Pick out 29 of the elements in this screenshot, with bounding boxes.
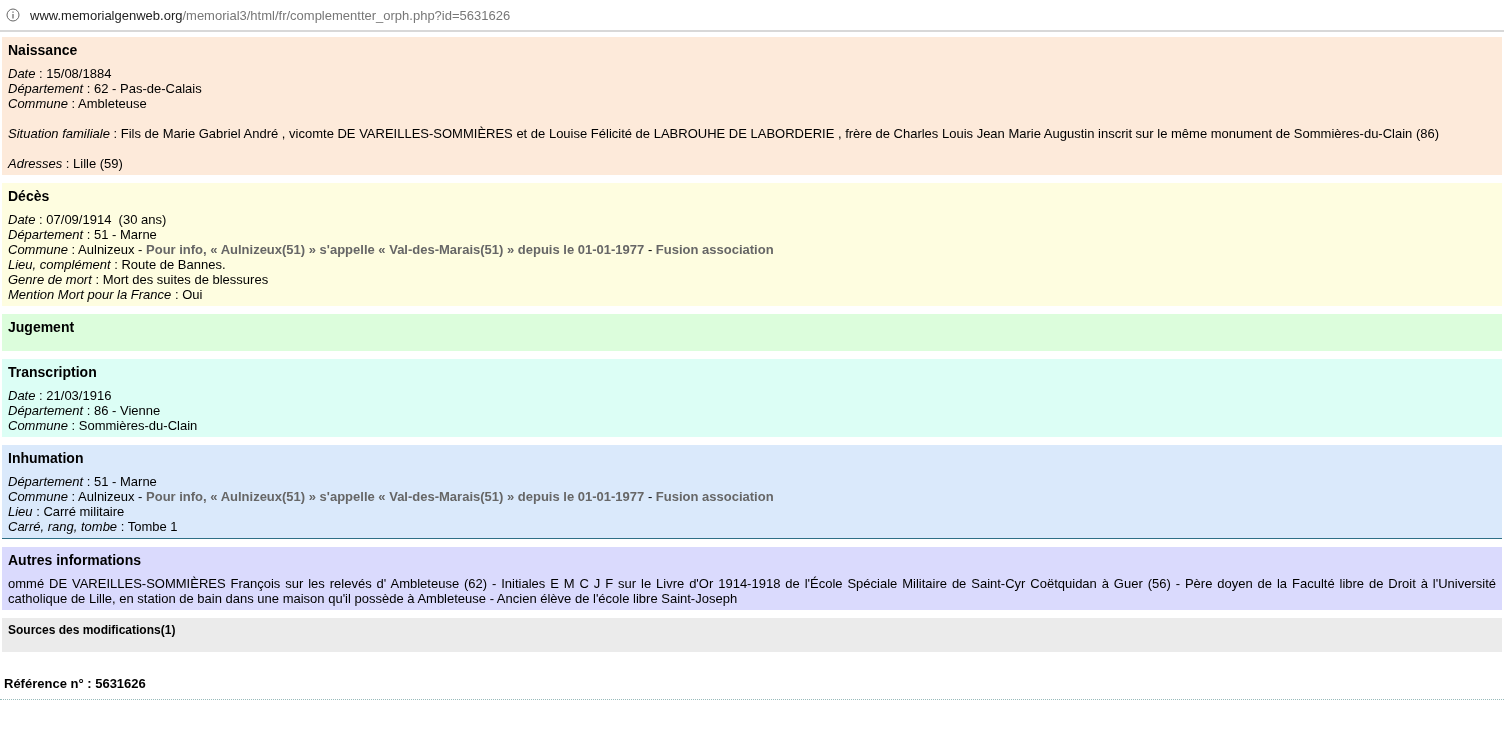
field-line: Genre de mort : Mort des suites de blessures (8, 272, 270, 287)
field-line: Carré, rang, tombe : Tombe 1 (8, 519, 179, 534)
section-title: Décès (8, 188, 51, 205)
field-line: Département : 62 - Pas-de-Calais (8, 81, 203, 96)
field-line: Mention Mort pour la France : Oui (8, 287, 204, 302)
field-line: ommé DE VAREILLES-SOMMIÈRES François sur les relevés d' Ambleteuse (62) - Initiales E M C J F sur le Livre d'Or 1914-1918 de l'École Spéciale Militaire de Saint-Cyr Coëtquidan à Guer (56) - Père doyen de la Faculté libre de Droit à l'Université catholique de Lille, en station de bain dans une maison qu'il possède à Ambleteuse - Ancien élève de l'école libre Saint-Joseph (8, 576, 1496, 606)
field-line: Lieu : Carré militaire (8, 504, 126, 519)
field-line: Date : 07/09/1914 (30 ans) (8, 212, 168, 227)
info-icon[interactable] (6, 8, 20, 22)
field-line: Département : 51 - Marne (8, 474, 158, 489)
url-text[interactable]: www.memorialgenweb.org/memorial3/html/fr/complementter_orph.php?id=5631626 (30, 7, 511, 23)
field-line: Département : 86 - Vienne (8, 403, 162, 418)
field-line: Date : 21/03/1916 (8, 388, 113, 403)
field-line: Commune : Aulnizeux - Pour info, « Aulnizeux(51) » s'appelle « Val-des-Marais(51) » depuis le 01-01-1977 - Fusion association (8, 489, 775, 504)
field-line: Commune : Ambleteuse (8, 96, 148, 111)
section-title: Naissance (8, 42, 79, 59)
section-title: Autres informations (8, 552, 142, 569)
section-title: Transcription (8, 364, 98, 381)
field-line: Adresses : Lille (59) (8, 156, 124, 171)
field-line: Commune : Sommières-du-Clain (8, 418, 199, 433)
field-line: Date : 15/08/1884 (8, 66, 113, 81)
field-line: Situation familiale : Fils de Marie Gabriel André , vicomte DE VAREILLES-SOMMIÈRES et de Louise Félicité de LABROUHE DE LABORDERIE , frère de Charles Louis Jean Marie Augustin inscrit sur le même monument de Sommières-du-Clain (86) (8, 126, 1441, 141)
reference-number: Référence n° : 5631626 (0, 652, 1504, 700)
sources-title: Sources des modifications(1) (8, 623, 177, 637)
field-line: Commune : Aulnizeux - Pour info, « Aulnizeux(51) » s'appelle « Val-des-Marais(51) » depuis le 01-01-1977 - Fusion association (8, 242, 775, 257)
field-line: Département : 51 - Marne (8, 227, 158, 242)
section-title: Jugement (8, 319, 76, 336)
field-line: Lieu, complément : Route de Bannes. (8, 257, 227, 272)
section-title: Inhumation (8, 450, 85, 467)
